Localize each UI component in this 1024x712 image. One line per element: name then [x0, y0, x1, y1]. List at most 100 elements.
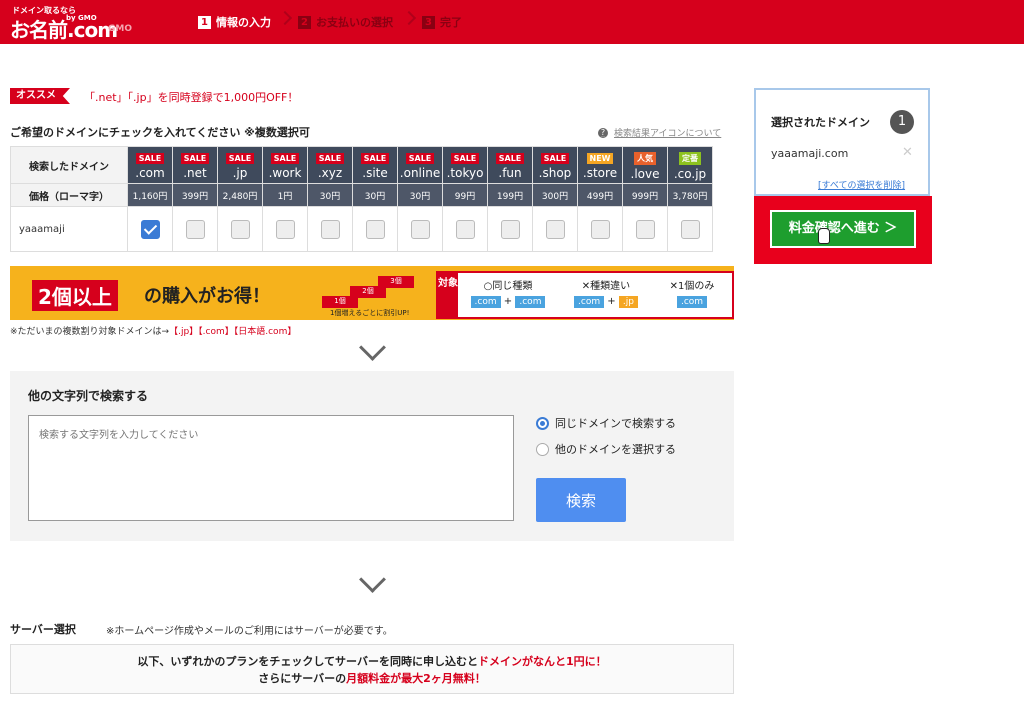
checkbox-cell	[442, 206, 488, 252]
radio-other-domain[interactable]: 他のドメインを選択する	[536, 441, 676, 457]
help-link[interactable]: ? 検索結果アイコンについて	[598, 126, 721, 139]
header-bar: ドメイン取るなら お名前.com by GMO GMO 1 情報の入力 2 お支…	[0, 0, 1024, 44]
tld-header: SALE .jp	[217, 146, 263, 184]
checkbox-cell	[262, 206, 308, 252]
tld-header-row: 検索したドメイン SALE .com SALE .net SALE .jp SALE.…	[10, 146, 713, 184]
domain-checkbox-cojp[interactable]	[680, 219, 700, 239]
domain-table: 検索したドメイン SALE .com SALE .net SALE .jp SALE.…	[10, 146, 713, 252]
domain-checkbox-site[interactable]	[365, 219, 385, 239]
price-label: 価格（ローマ字）	[10, 183, 128, 207]
step-label: 完了	[440, 16, 462, 29]
alt-search-input[interactable]	[28, 415, 514, 521]
domain-checkbox-store[interactable]	[590, 219, 610, 239]
tld-header: SALE .shop	[532, 146, 578, 184]
tld-price: 99円	[442, 183, 488, 207]
tld-header: 人気 .love	[622, 146, 668, 184]
note-items: 【.jp】【.com】【日本語.com】	[169, 327, 297, 337]
domain-checkbox-com[interactable]	[140, 219, 160, 239]
tld-header: SALE .tokyo	[442, 146, 488, 184]
search-button[interactable]: 検索	[536, 478, 626, 522]
proceed-button[interactable]: 料金確認へ進む ＞	[770, 210, 916, 248]
tld-name: .shop	[538, 165, 572, 180]
price-row: 価格（ローマ字） 1,160円 399円 2,480円 1円 30円 30円 3…	[10, 183, 713, 207]
tld-pill: .com	[515, 296, 546, 308]
target-col-head: ✕1個のみ	[669, 281, 715, 292]
tld-badge: 人気	[634, 151, 656, 165]
tld-price: 499円	[577, 183, 623, 207]
radio-same-domain[interactable]: 同じドメインで検索する	[536, 415, 676, 431]
domain-checkbox-net[interactable]	[185, 219, 205, 239]
target-col-diff: ✕種類違い .com + .jp	[564, 277, 648, 308]
discount-note: ※ただいまの複数割り対象ドメインは→【.jp】【.com】【日本語.com】	[10, 324, 296, 337]
domain-checkbox-shop[interactable]	[545, 219, 565, 239]
tld-badge: SALE	[315, 152, 345, 164]
tld-pill: .com	[470, 296, 501, 308]
tld-badge: SALE	[180, 152, 210, 164]
banner-highlight: 2個以上	[32, 280, 118, 311]
chevron-down-icon	[359, 566, 386, 593]
radio-selected-icon	[536, 416, 549, 430]
tld-name: .xyz	[317, 165, 343, 180]
checkbox-cell	[217, 206, 263, 252]
domain-checkbox-xyz[interactable]	[320, 219, 340, 239]
tld-header: SALE .online	[397, 146, 443, 184]
radio-label: 同じドメインで検索する	[555, 417, 676, 430]
tld-name: .site	[362, 165, 388, 180]
server-title: サーバー選択	[10, 623, 76, 636]
radio-empty-icon	[536, 442, 549, 456]
tld-badge: SALE	[540, 152, 570, 164]
checkbox-cell	[667, 206, 713, 252]
domain-checkbox-love[interactable]	[635, 219, 655, 239]
stair-3: 3個	[378, 276, 414, 288]
tld-price: 199円	[487, 183, 533, 207]
server-promo-box: 以下、いずれかのプランをチェックしてサーバーを同時に申し込むとドメインがなんと1…	[10, 644, 734, 694]
tld-name: .co.jp	[673, 166, 707, 181]
step-3: 3 完了	[422, 14, 462, 30]
selected-title: 選択されたドメイン	[771, 116, 870, 129]
tld-badge: SALE	[405, 152, 435, 164]
stair-sub: 1個増えるごとに割引UP!	[330, 309, 410, 317]
checkbox-cell	[352, 206, 398, 252]
logo-gmo: GMO	[108, 24, 132, 34]
logo[interactable]: お名前.com	[10, 14, 118, 43]
tld-price: 1円	[262, 183, 308, 207]
promo-line-1: 以下、いずれかのプランをチェックしてサーバーを同時に申し込むとドメインがなんと1…	[11, 653, 733, 670]
tld-header: 定番 .co.jp	[667, 146, 713, 184]
tld-header: NEW .store	[577, 146, 623, 184]
domain-checkbox-tokyo[interactable]	[455, 219, 475, 239]
tld-price: 30円	[307, 183, 353, 207]
chevron-right-icon	[277, 10, 293, 26]
chevron-right-icon	[401, 10, 417, 26]
tld-name: .jp	[232, 165, 248, 180]
tld-badge: SALE	[225, 152, 255, 164]
domain-checkbox-online[interactable]	[410, 219, 430, 239]
tld-pill: .com	[574, 296, 605, 308]
step-label: お支払いの選択	[316, 16, 393, 29]
tld-price: 1,160円	[127, 183, 173, 207]
remove-icon[interactable]: ✕	[902, 145, 913, 160]
note-prefix: ※ただいまの複数割り対象ドメインは→	[10, 327, 170, 337]
domain-checkbox-jp[interactable]	[230, 219, 250, 239]
selected-domain: yaaamaji.com	[771, 147, 849, 160]
clear-all-link[interactable]: [すべての選択を削除]	[818, 178, 905, 191]
tld-badge: SALE	[495, 152, 525, 164]
tld-badge: SALE	[450, 152, 480, 164]
tld-header: SALE .work	[262, 146, 308, 184]
tld-name: .love	[630, 166, 660, 181]
alt-search-panel: 他の文字列で検索する 同じドメインで検索する 他のドメインを選択する 検索	[10, 371, 734, 541]
step-label: 情報の入力	[216, 16, 271, 29]
domain-checkbox-work[interactable]	[275, 219, 295, 239]
tld-name: .net	[183, 165, 207, 180]
checkbox-cell	[307, 206, 353, 252]
discount-banner: 2個以上 の購入がお得！ 1個 2個 3個 1個増えるごとに割引UP! 対象 ○…	[10, 266, 734, 320]
chevron-down-icon	[359, 334, 386, 361]
banner-text: の購入がお得！	[144, 286, 270, 307]
tld-price: 2,480円	[217, 183, 263, 207]
search-word: yaaamaji	[10, 206, 128, 252]
radio-label: 他のドメインを選択する	[555, 443, 676, 456]
domain-checkbox-fun[interactable]	[500, 219, 520, 239]
step-2: 2 お支払いの選択	[298, 14, 393, 30]
domain-row: yaaamaji	[10, 206, 713, 252]
step-number: 3	[422, 15, 435, 29]
step-number: 1	[198, 15, 211, 29]
